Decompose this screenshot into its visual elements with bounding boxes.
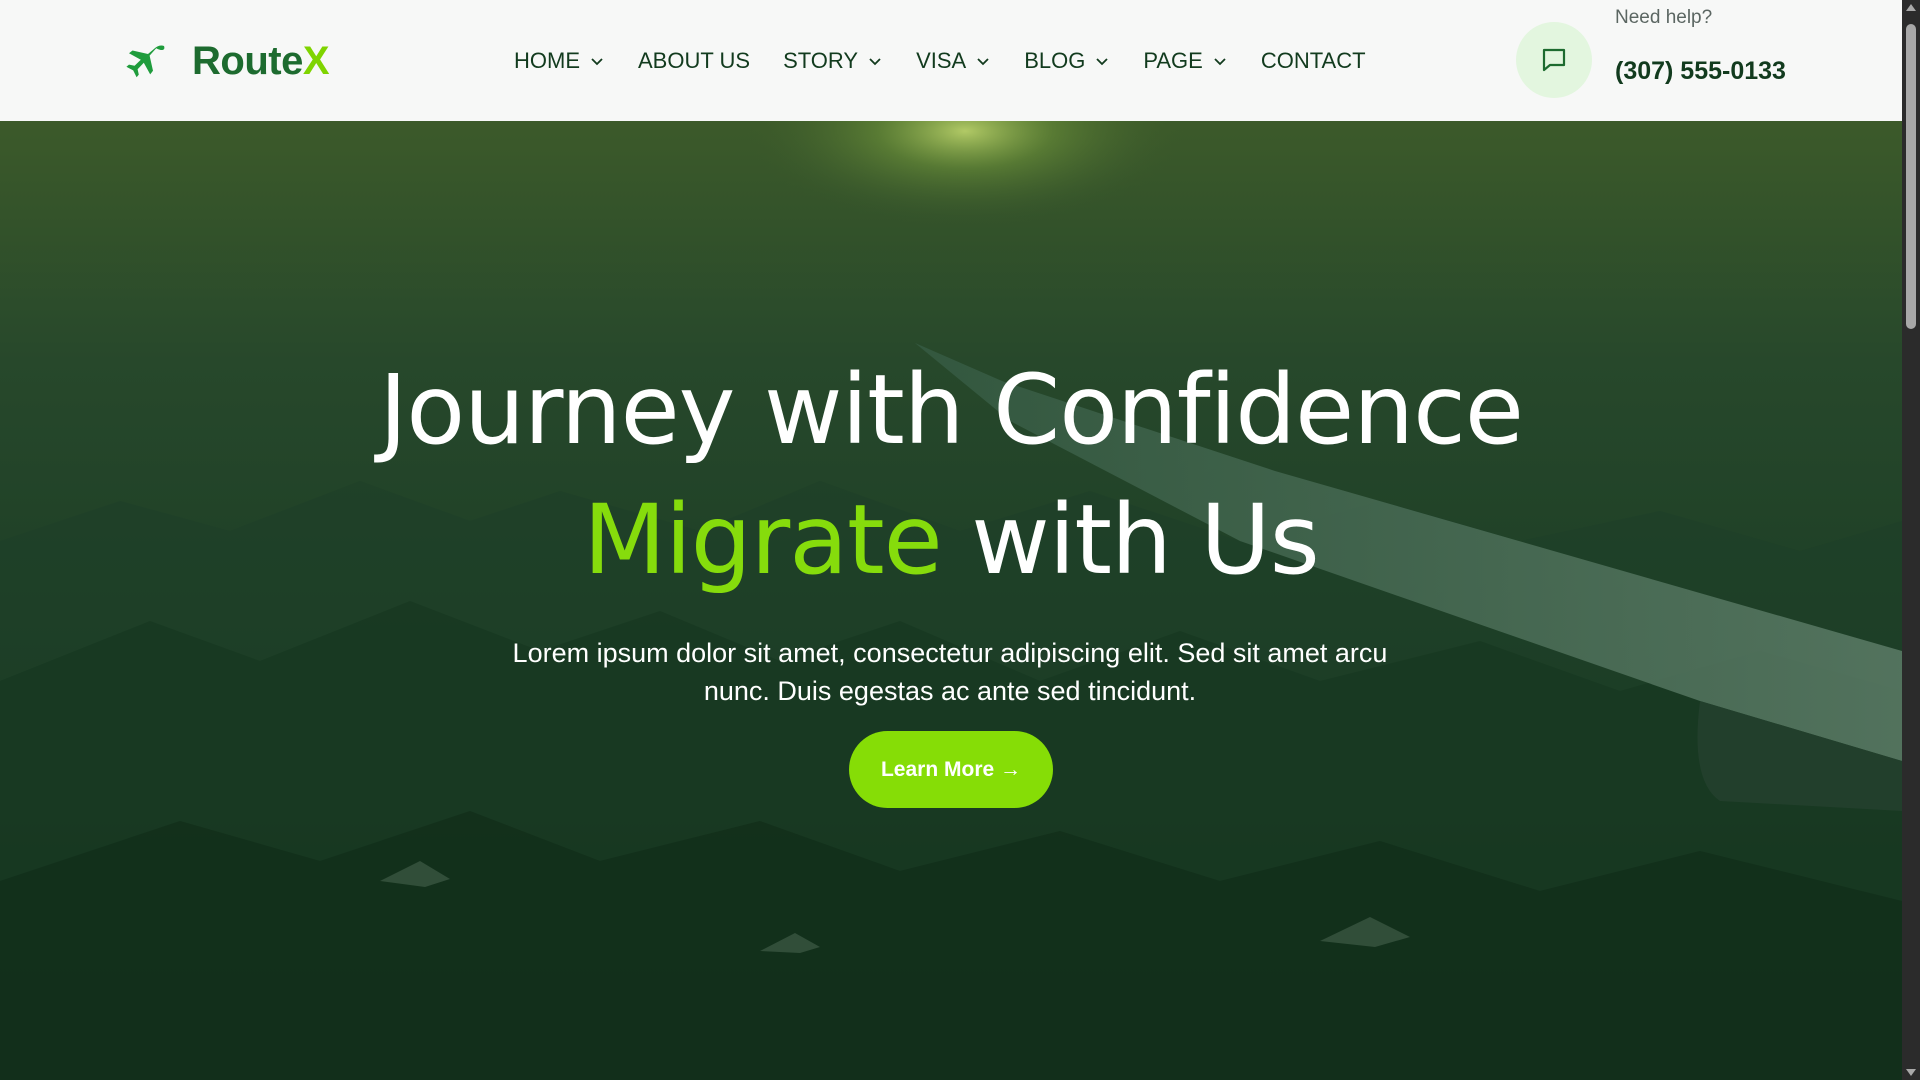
site-header: RouteX HOME ABOUT US STORY VISA BLOG PAG… <box>0 0 1902 121</box>
nav-item-label: CONTACT <box>1260 48 1366 73</box>
hero-subtitle: Lorem ipsum dolor sit amet, consectetur … <box>512 638 1388 706</box>
chevron-down-icon <box>1214 58 1226 66</box>
brand-name: RouteX <box>192 38 330 83</box>
nav-item-contact[interactable]: CONTACT <box>1261 48 1366 74</box>
chevron-down-icon <box>977 58 989 66</box>
airplane-icon <box>126 45 165 78</box>
nav-item-blog[interactable]: BLOG <box>1024 48 1110 74</box>
nav-item-label: STORY <box>783 48 859 73</box>
nav-item-about-us[interactable]: ABOUT US <box>638 48 750 74</box>
brand-name-accent: X <box>302 38 330 83</box>
nav-item-visa[interactable]: VISA <box>916 48 991 74</box>
help-phone-link[interactable]: (307) 555-0133 <box>1615 57 1786 86</box>
scrollbar-thumb[interactable] <box>1906 24 1916 329</box>
nav-item-label: ABOUT US <box>638 48 751 73</box>
hero-title-line-2: Migrate with Us <box>0 475 1902 605</box>
hero-section: Journey with Confidence Migrate with Us … <box>0 121 1902 1080</box>
nav-item-label: PAGE <box>1143 48 1203 73</box>
help-label: Need help? <box>1615 7 1713 28</box>
chevron-down-icon <box>869 58 881 66</box>
hero-title-highlight: Migrate <box>583 484 942 596</box>
chevron-down-icon <box>1096 58 1108 66</box>
nav-item-page[interactable]: PAGE <box>1143 48 1228 74</box>
scroll-down-arrow-icon[interactable] <box>1906 1069 1916 1076</box>
hero-title-rest: with Us <box>941 484 1319 596</box>
hero-title-line-1: Journey with Confidence <box>379 354 1524 466</box>
scrollbar[interactable] <box>1902 0 1920 1080</box>
nav-item-label: HOME <box>514 48 580 73</box>
nav-item-story[interactable]: STORY <box>783 48 883 74</box>
nav-item-home[interactable]: HOME <box>514 48 605 74</box>
brand-logo[interactable]: RouteX <box>120 36 330 86</box>
learn-more-button[interactable]: Learn More → <box>849 731 1053 808</box>
scroll-up-arrow-icon[interactable] <box>1906 4 1916 11</box>
nav-item-label: BLOG <box>1024 48 1086 73</box>
main-nav: HOME ABOUT US STORY VISA BLOG PAGE CONTA… <box>514 40 1399 82</box>
hero-title: Journey with Confidence Migrate with Us <box>0 345 1902 605</box>
page: RouteX HOME ABOUT US STORY VISA BLOG PAG… <box>0 0 1920 1080</box>
nav-item-label: VISA <box>916 48 967 73</box>
chevron-down-icon <box>591 58 603 66</box>
chat-icon <box>1542 48 1566 72</box>
chat-button[interactable] <box>1516 22 1592 98</box>
